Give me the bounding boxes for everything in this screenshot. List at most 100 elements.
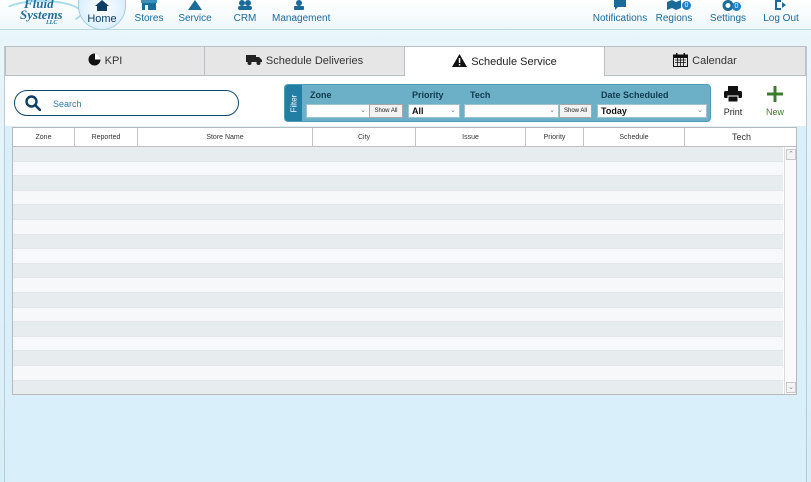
table-row — [13, 249, 783, 264]
search-input[interactable] — [53, 96, 229, 112]
filter-tag[interactable]: Filter — [285, 85, 302, 121]
nav-notifications-label: Notifications — [592, 13, 648, 24]
zone-label: Zone — [310, 90, 332, 100]
nav-management[interactable]: Management — [272, 0, 331, 30]
tab-kpi[interactable]: KPI — [5, 46, 205, 76]
priority-select[interactable]: All ⌄ — [408, 104, 460, 118]
company-logo[interactable]: Fluid Systems LLC — [2, 0, 84, 28]
tab-kpi-label: KPI — [104, 55, 123, 67]
nav-crm[interactable]: CRM — [230, 0, 260, 30]
zone-show-all-button[interactable]: Show All — [369, 104, 403, 118]
column-header-zone[interactable]: Zone — [13, 128, 75, 147]
chevron-down-icon: ⌄ — [360, 107, 366, 114]
table-row — [13, 307, 783, 323]
nav-regions-label: Regions — [655, 13, 693, 24]
column-header-priority[interactable]: Priority — [526, 128, 584, 147]
print-button[interactable]: Print — [719, 86, 747, 117]
nav-stores[interactable]: Stores — [132, 0, 166, 30]
priority-label: Priority — [412, 90, 444, 100]
table-row — [13, 147, 783, 162]
printer-icon — [724, 86, 742, 104]
nav-logout[interactable]: Log Out — [762, 0, 800, 30]
nav-service-label: Service — [178, 13, 212, 24]
nav-notifications[interactable]: Notifications — [592, 0, 648, 30]
settings-badge: 0 — [732, 2, 741, 11]
tech-show-all-button[interactable]: Show All — [559, 104, 592, 118]
column-header-city[interactable]: City — [313, 128, 416, 147]
service-icon — [176, 0, 214, 13]
table-row — [13, 263, 783, 279]
nav-home[interactable]: Home — [78, 0, 126, 30]
chevron-down-icon: ⌄ — [450, 107, 456, 114]
table-row — [13, 336, 783, 352]
tab-schedule-deliveries[interactable]: Schedule Deliveries — [204, 46, 405, 76]
tab-schedule-service-label: Schedule Service — [471, 55, 557, 68]
logo-text-line2: Systems — [20, 7, 63, 22]
column-header-schedule[interactable]: Schedule — [584, 128, 685, 147]
date-scheduled-select-value: Today — [601, 106, 627, 116]
filter-bar: Filter Zone ⌄ Show All Priority All ⌄ Te… — [284, 84, 711, 122]
chevron-down-icon: ⌄ — [549, 107, 555, 114]
search-box[interactable] — [14, 90, 239, 116]
tech-select[interactable]: ⌄ — [464, 104, 559, 118]
nav-settings-label: Settings — [709, 13, 747, 24]
regions-badge: 0 — [682, 1, 691, 10]
nav-stores-label: Stores — [134, 13, 164, 24]
notifications-icon — [592, 0, 648, 13]
tab-calendar-label: Calendar — [692, 55, 737, 67]
tab-calendar[interactable]: Calendar — [604, 46, 806, 76]
search-icon — [25, 95, 42, 116]
nav-management-label: Management — [272, 13, 331, 24]
nav-settings[interactable]: 0 Settings — [708, 0, 748, 30]
gear-icon — [708, 0, 748, 13]
table-row — [13, 176, 783, 191]
nav-service[interactable]: Service — [176, 0, 214, 30]
table-row — [13, 190, 783, 206]
tab-schedule-deliveries-label: Schedule Deliveries — [265, 55, 364, 67]
users-icon — [230, 0, 260, 13]
nav-logout-label: Log Out — [763, 13, 799, 24]
table-row — [13, 322, 783, 337]
scroll-down-icon[interactable]: ⌄ — [786, 382, 796, 393]
table-row — [13, 234, 783, 250]
priority-select-value: All — [412, 106, 424, 116]
manager-icon — [272, 0, 326, 13]
date-scheduled-label: Date Scheduled — [601, 90, 669, 100]
table-row — [13, 380, 783, 394]
filter-tag-label: Filter — [289, 94, 298, 112]
column-header-issue[interactable]: Issue — [416, 128, 526, 147]
column-header-reported[interactable]: Reported — [75, 128, 138, 147]
plus-icon — [767, 86, 783, 104]
tab-schedule-service[interactable]: Schedule Service — [404, 46, 605, 77]
home-icon — [79, 0, 125, 13]
column-header-store-name[interactable]: Store Name — [138, 128, 313, 147]
logo-text-line3: LLC — [46, 20, 58, 26]
nav-home-label: Home — [87, 13, 117, 25]
table-row — [13, 292, 783, 308]
table-header: Zone Reported Store Name City Issue Prio… — [13, 128, 796, 147]
store-icon — [132, 0, 166, 13]
chevron-down-icon: ⌄ — [697, 107, 703, 114]
table-row — [13, 205, 783, 220]
calendar-icon — [673, 52, 689, 70]
column-header-tech[interactable]: Tech — [685, 128, 796, 147]
table-row — [13, 351, 783, 366]
table-scrollbar[interactable]: ⌃ ⌄ — [784, 147, 796, 394]
nav-crm-label: CRM — [233, 13, 257, 24]
table-row — [13, 161, 783, 177]
logout-icon — [762, 0, 800, 13]
nav-regions[interactable]: 0 Regions — [654, 0, 694, 30]
table-body — [13, 147, 783, 394]
service-table: Zone Reported Store Name City Issue Prio… — [12, 127, 797, 395]
warning-icon — [452, 53, 468, 70]
date-scheduled-select[interactable]: Today ⌄ — [597, 104, 707, 118]
table-row — [13, 219, 783, 235]
top-navbar: Fluid Systems LLC Home Stores Service CR… — [0, 0, 811, 30]
tech-label: Tech — [470, 90, 491, 100]
new-button[interactable]: New — [760, 86, 790, 117]
truck-icon — [245, 54, 262, 68]
print-button-label: Print — [723, 107, 743, 117]
zone-select[interactable]: ⌄ — [306, 104, 370, 118]
table-row — [13, 278, 783, 293]
scroll-up-icon[interactable]: ⌃ — [786, 149, 796, 160]
